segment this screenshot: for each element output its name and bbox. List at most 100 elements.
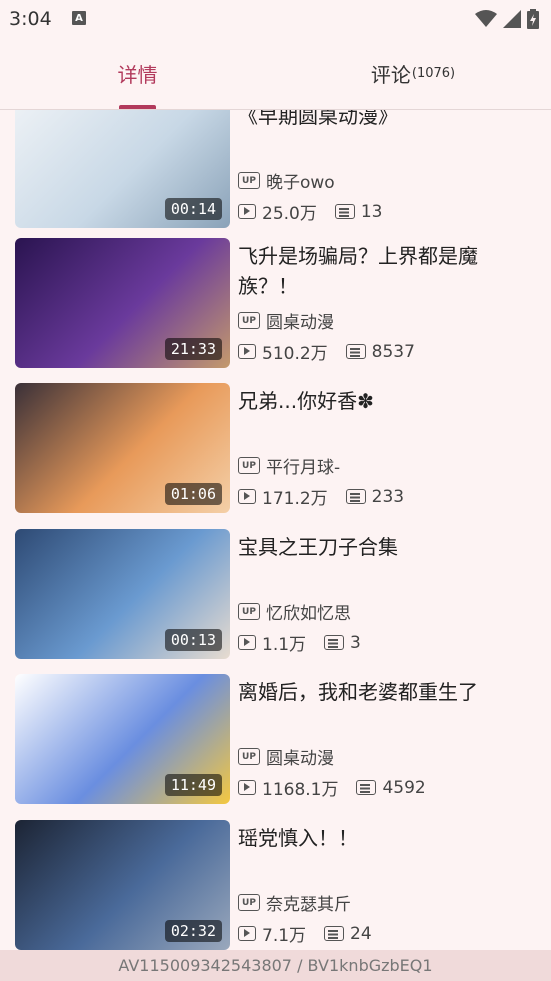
video-duration: 01:06 — [164, 483, 222, 505]
video-id-footer: AV115009342543807 / BV1knbGzbEQ1 — [0, 950, 551, 981]
video-title[interactable]: 离婚后，我和老婆都重生了 — [238, 677, 528, 707]
up-icon: UP — [238, 172, 260, 189]
play-count-icon — [238, 344, 256, 359]
danmaku-count-value: 24 — [350, 923, 372, 944]
view-count-value: 171.2万 — [262, 489, 328, 509]
video-item[interactable]: 00:14 《早期圆桌动漫》 UP 晚子owo 25.0万 13 — [0, 110, 551, 228]
play-count-icon — [238, 635, 256, 650]
video-title[interactable]: 飞升是场骗局？上界都是魔族？！ — [238, 241, 528, 301]
uploader-name: 晚子owo — [266, 173, 335, 193]
tab-details[interactable]: 详情 — [0, 38, 275, 109]
status-bar: 3:04 A — [0, 0, 551, 38]
tab-comments[interactable]: 评论 (1076) — [275, 38, 551, 109]
up-icon: UP — [238, 312, 260, 329]
view-count: 171.2万 — [238, 484, 328, 509]
video-item[interactable]: 00:13 宝具之王刀子合集 UP 忆欣如忆思 1.1万 3 — [0, 529, 551, 659]
video-duration: 21:33 — [164, 338, 222, 360]
danmaku-count: 233 — [345, 486, 405, 507]
video-info: 宝具之王刀子合集 UP 忆欣如忆思 1.1万 3 — [238, 529, 538, 659]
video-uploader[interactable]: UP 晚子owo — [238, 168, 335, 193]
video-title[interactable]: 兄弟...你好香✽ — [238, 386, 528, 416]
view-count-value: 1.1万 — [262, 635, 307, 655]
danmaku-icon — [345, 344, 366, 359]
battery-icon — [527, 9, 539, 29]
video-uploader[interactable]: UP 圆桌动漫 — [238, 744, 334, 769]
video-stats: 1.1万 3 — [238, 630, 379, 655]
signal-icon — [503, 10, 521, 28]
notification-icon: A — [72, 11, 86, 25]
video-id-text: AV115009342543807 / BV1knbGzbEQ1 — [118, 956, 433, 975]
danmaku-count: 4592 — [356, 777, 426, 798]
status-icons — [475, 9, 539, 29]
danmaku-count-value: 8537 — [371, 341, 415, 362]
play-count-icon — [238, 489, 256, 504]
video-thumbnail[interactable]: 00:13 — [15, 529, 230, 659]
danmaku-icon — [324, 926, 345, 941]
view-count-value: 7.1万 — [262, 926, 307, 946]
video-stats: 1168.1万 4592 — [238, 775, 444, 800]
tab-comments-count: (1076) — [411, 66, 456, 81]
video-item[interactable]: 21:33 飞升是场骗局？上界都是魔族？！ UP 圆桌动漫 510.2万 8537 — [0, 238, 551, 368]
video-duration: 00:13 — [164, 629, 222, 651]
video-title[interactable]: 宝具之王刀子合集 — [238, 532, 528, 562]
video-item[interactable]: 11:49 离婚后，我和老婆都重生了 UP 圆桌动漫 1168.1万 4592 — [0, 674, 551, 804]
tab-indicator — [119, 105, 156, 109]
view-count: 1.1万 — [238, 630, 306, 655]
tab-details-label: 详情 — [117, 63, 158, 87]
uploader-name: 圆桌动漫 — [266, 313, 334, 333]
danmaku-icon — [356, 780, 377, 795]
video-stats: 510.2万 8537 — [238, 339, 433, 364]
danmaku-count: 13 — [334, 201, 383, 222]
video-uploader[interactable]: UP 平行月球- — [238, 453, 340, 478]
danmaku-count: 24 — [324, 924, 372, 944]
video-thumbnail[interactable]: 11:49 — [15, 674, 230, 804]
uploader-name: 忆欣如忆思 — [266, 604, 351, 624]
danmaku-count-value: 13 — [360, 201, 383, 222]
play-count-icon — [238, 204, 256, 219]
danmaku-count: 3 — [324, 633, 361, 653]
status-time: 3:04 — [9, 8, 52, 30]
play-count-icon — [238, 780, 256, 795]
danmaku-icon — [345, 489, 366, 504]
video-uploader[interactable]: UP 圆桌动漫 — [238, 308, 334, 333]
up-icon: UP — [238, 894, 260, 911]
up-icon: UP — [238, 603, 260, 620]
video-uploader[interactable]: UP 奈克瑟其斤 — [238, 890, 351, 915]
video-info: 兄弟...你好香✽ UP 平行月球- 171.2万 233 — [238, 383, 538, 513]
up-icon: UP — [238, 748, 260, 765]
view-count-value: 1168.1万 — [262, 780, 339, 800]
video-info: 《早期圆桌动漫》 UP 晚子owo 25.0万 13 — [238, 110, 538, 228]
uploader-name: 平行月球- — [266, 458, 341, 478]
video-duration: 00:14 — [164, 198, 222, 220]
view-count-value: 25.0万 — [262, 204, 317, 224]
danmaku-icon — [334, 204, 355, 219]
video-duration: 11:49 — [164, 774, 222, 796]
video-item[interactable]: 01:06 兄弟...你好香✽ UP 平行月球- 171.2万 233 — [0, 383, 551, 513]
view-count: 1168.1万 — [238, 775, 338, 800]
up-icon: UP — [238, 457, 260, 474]
video-item[interactable]: 02:32 瑶党慎入！！ UP 奈克瑟其斤 7.1万 24 — [0, 820, 551, 950]
video-stats: 25.0万 13 — [238, 199, 401, 224]
related-video-list[interactable]: 00:14 《早期圆桌动漫》 UP 晚子owo 25.0万 13 21:33 飞升是场骗局？上… — [0, 110, 551, 950]
view-count-value: 510.2万 — [262, 344, 328, 364]
play-count-icon — [238, 926, 256, 941]
video-title[interactable]: 《早期圆桌动漫》 — [238, 110, 528, 131]
video-stats: 171.2万 233 — [238, 484, 422, 509]
video-thumbnail[interactable]: 01:06 — [15, 383, 230, 513]
wifi-icon — [475, 10, 497, 27]
video-duration: 02:32 — [164, 920, 222, 942]
video-thumbnail[interactable]: 00:14 — [15, 110, 230, 228]
video-thumbnail[interactable]: 21:33 — [15, 238, 230, 368]
danmaku-count-value: 233 — [371, 486, 405, 507]
danmaku-count-value: 4592 — [382, 777, 426, 798]
tab-comments-label: 评论 — [370, 63, 411, 87]
view-count: 25.0万 — [238, 199, 317, 224]
danmaku-count: 8537 — [345, 341, 415, 362]
uploader-name: 奈克瑟其斤 — [266, 895, 351, 915]
video-title[interactable]: 瑶党慎入！！ — [238, 823, 528, 853]
uploader-name: 圆桌动漫 — [266, 749, 334, 769]
video-uploader[interactable]: UP 忆欣如忆思 — [238, 599, 351, 624]
video-stats: 7.1万 24 — [238, 921, 390, 946]
view-count: 7.1万 — [238, 921, 306, 946]
video-thumbnail[interactable]: 02:32 — [15, 820, 230, 950]
